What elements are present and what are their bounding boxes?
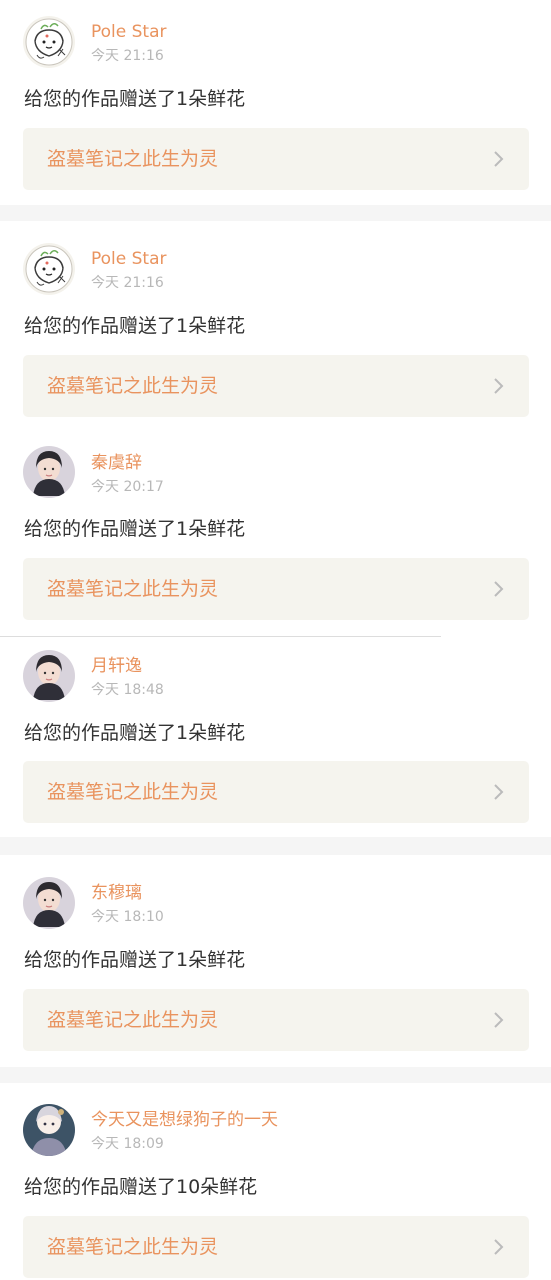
notification-time: 今天 18:10 xyxy=(91,909,164,925)
portrait-avatar-icon[interactable] xyxy=(23,446,75,498)
notification-card: Pole Star 今天 21:16 给您的作品赠送了1朵鲜花 盗墓笔记之此生为… xyxy=(0,221,551,427)
section-divider xyxy=(0,1067,551,1083)
gift-message: 给您的作品赠送了1朵鲜花 xyxy=(24,88,246,110)
chevron-right-icon xyxy=(491,783,507,801)
work-title: 盗墓笔记之此生为灵 xyxy=(47,148,219,170)
notification-time: 今天 18:09 xyxy=(91,1136,164,1152)
sender-name[interactable]: Pole Star xyxy=(91,21,167,43)
work-title: 盗墓笔记之此生为灵 xyxy=(47,1009,219,1031)
sender-name[interactable]: 秦虞辞 xyxy=(91,452,142,474)
sender-name[interactable]: 东穆璃 xyxy=(91,882,142,904)
doodle-avatar-icon[interactable] xyxy=(23,16,75,68)
chevron-right-icon xyxy=(491,580,507,598)
work-link-card[interactable]: 盗墓笔记之此生为灵 xyxy=(23,355,529,417)
sender-name[interactable]: 月轩逸 xyxy=(91,655,142,677)
work-link-card[interactable]: 盗墓笔记之此生为灵 xyxy=(23,1216,529,1278)
anime-avatar-icon[interactable] xyxy=(23,1104,75,1156)
work-link-card[interactable]: 盗墓笔记之此生为灵 xyxy=(23,989,529,1051)
doodle-avatar-icon[interactable] xyxy=(23,243,75,295)
chevron-right-icon xyxy=(491,1011,507,1029)
notification-card: 今天又是想绿狗子的一天 今天 18:09 给您的作品赠送了10朵鲜花 盗墓笔记之… xyxy=(0,1083,551,1280)
work-link-card[interactable]: 盗墓笔记之此生为灵 xyxy=(23,761,529,823)
section-divider xyxy=(0,837,551,855)
gift-message: 给您的作品赠送了10朵鲜花 xyxy=(24,1176,258,1198)
notification-time: 今天 21:16 xyxy=(91,48,164,64)
gift-message: 给您的作品赠送了1朵鲜花 xyxy=(24,722,246,744)
section-divider xyxy=(0,205,551,221)
gift-message: 给您的作品赠送了1朵鲜花 xyxy=(24,518,246,540)
work-link-card[interactable]: 盗墓笔记之此生为灵 xyxy=(23,558,529,620)
chevron-right-icon xyxy=(491,150,507,168)
work-title: 盗墓笔记之此生为灵 xyxy=(47,578,219,600)
notification-time: 今天 20:17 xyxy=(91,479,164,495)
portrait-avatar-icon[interactable] xyxy=(23,650,75,702)
chevron-right-icon xyxy=(491,1238,507,1256)
notification-card: 东穆璃 今天 18:10 给您的作品赠送了1朵鲜花 盗墓笔记之此生为灵 xyxy=(0,855,551,1067)
portrait-avatar-icon[interactable] xyxy=(23,877,75,929)
notification-card: 月轩逸 今天 18:48 给您的作品赠送了1朵鲜花 盗墓笔记之此生为灵 xyxy=(0,637,551,837)
gift-notification-feed: Pole Star 今天 21:16 给您的作品赠送了1朵鲜花 盗墓笔记之此生为… xyxy=(0,0,551,1280)
notification-time: 今天 18:48 xyxy=(91,682,164,698)
notification-card: 秦虞辞 今天 20:17 给您的作品赠送了1朵鲜花 盗墓笔记之此生为灵 xyxy=(0,427,551,636)
sender-name[interactable]: 今天又是想绿狗子的一天 xyxy=(91,1109,278,1131)
work-link-card[interactable]: 盗墓笔记之此生为灵 xyxy=(23,128,529,190)
notification-card: Pole Star 今天 21:16 给您的作品赠送了1朵鲜花 盗墓笔记之此生为… xyxy=(0,0,551,205)
gift-message: 给您的作品赠送了1朵鲜花 xyxy=(24,315,246,337)
chevron-right-icon xyxy=(491,377,507,395)
work-title: 盗墓笔记之此生为灵 xyxy=(47,375,219,397)
work-title: 盗墓笔记之此生为灵 xyxy=(47,781,219,803)
gift-message: 给您的作品赠送了1朵鲜花 xyxy=(24,949,246,971)
notification-time: 今天 21:16 xyxy=(91,275,164,291)
work-title: 盗墓笔记之此生为灵 xyxy=(47,1236,219,1258)
sender-name[interactable]: Pole Star xyxy=(91,248,167,270)
